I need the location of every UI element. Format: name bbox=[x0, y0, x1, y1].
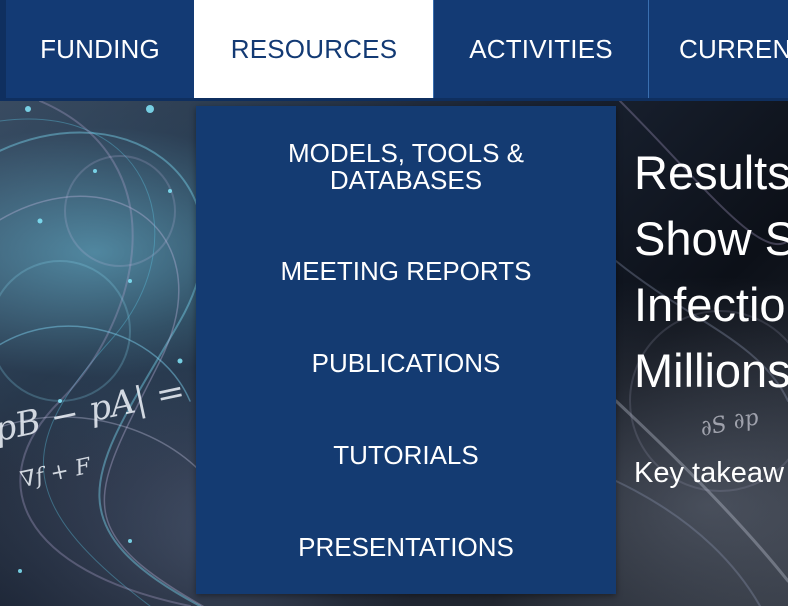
hero-takeaway: Key takeaw bbox=[634, 457, 784, 489]
menu-item-models-tools-databases[interactable]: MODELS, TOOLS & DATABASES bbox=[196, 140, 616, 194]
nav-item-funding[interactable]: FUNDING bbox=[0, 0, 194, 98]
menu-item-meeting-reports[interactable]: MEETING REPORTS bbox=[196, 258, 616, 285]
menu-item-presentations[interactable]: PRESENTATIONS bbox=[196, 534, 616, 561]
resources-dropdown-menu: MODELS, TOOLS & DATABASES MEETING REPORT… bbox=[196, 106, 616, 594]
nav-item-current[interactable]: CURREN bbox=[648, 0, 788, 98]
menu-item-tutorials[interactable]: TUTORIALS bbox=[196, 442, 616, 469]
nav-item-resources[interactable]: RESOURCES bbox=[194, 0, 433, 98]
hero-headline[interactable]: Results Show S Infectio Millions bbox=[634, 140, 788, 404]
menu-item-publications[interactable]: PUBLICATIONS bbox=[196, 350, 616, 377]
menu-item-label: DATABASES bbox=[329, 165, 483, 195]
nav-item-activities[interactable]: ACTIVITIES bbox=[433, 0, 648, 98]
main-nav: FUNDING RESOURCES ACTIVITIES CURREN bbox=[0, 0, 788, 101]
menu-item-label: MODELS, TOOLS & bbox=[287, 138, 524, 168]
headline-line: Show S bbox=[634, 212, 788, 265]
headline-line: Results bbox=[634, 146, 788, 199]
headline-line: Infectio bbox=[634, 278, 786, 331]
headline-line: Millions bbox=[634, 344, 788, 397]
